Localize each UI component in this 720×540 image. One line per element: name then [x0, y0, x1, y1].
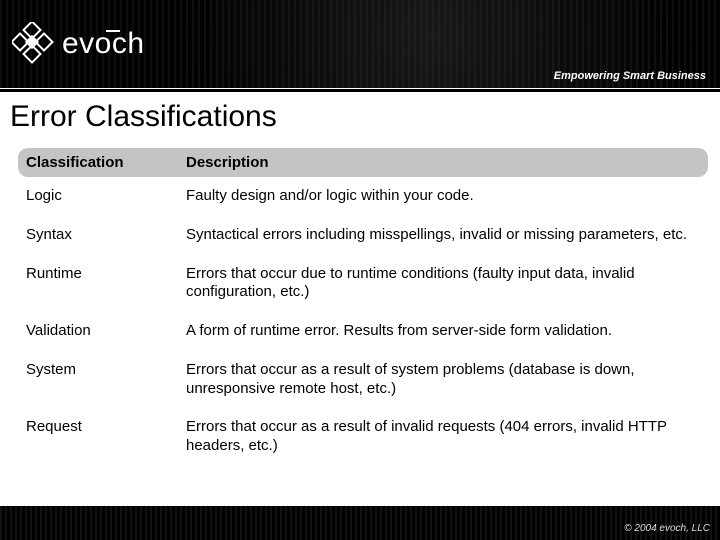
table-row: Logic Faulty design and/or logic within … [18, 177, 708, 216]
brand-name-text: evoch [62, 27, 145, 60]
cell-classification: System [18, 351, 178, 409]
cell-classification: Validation [18, 312, 178, 351]
cell-description: A form of runtime error. Results from se… [178, 312, 708, 351]
table-header-row: Classification Description [18, 148, 708, 177]
brand-name: evoch [62, 27, 145, 61]
cell-description: Errors that occur due to runtime conditi… [178, 255, 708, 313]
table-row: System Errors that occur as a result of … [18, 351, 708, 409]
cell-classification: Syntax [18, 216, 178, 255]
brand-tagline: Empowering Smart Business [554, 70, 706, 82]
cell-classification: Logic [18, 177, 178, 216]
cell-description: Syntactical errors including misspelling… [178, 216, 708, 255]
cell-description: Errors that occur as a result of invalid… [178, 408, 708, 466]
macron-accent [106, 30, 120, 32]
slide-footer: © 2004 evoch, LLC [0, 506, 720, 540]
cell-description: Faulty design and/or logic within your c… [178, 177, 708, 216]
cell-classification: Runtime [18, 255, 178, 313]
table-row: Request Errors that occur as a result of… [18, 408, 708, 466]
slide-content: Error Classifications Classification Des… [0, 92, 720, 466]
table-row: Runtime Errors that occur due to runtime… [18, 255, 708, 313]
cell-description: Errors that occur as a result of system … [178, 351, 708, 409]
footer-copyright: © 2004 evoch, LLC [624, 523, 710, 534]
table-row: Validation A form of runtime error. Resu… [18, 312, 708, 351]
page-title: Error Classifications [10, 100, 710, 134]
diamond-grid-icon [12, 22, 56, 66]
col-header-description: Description [178, 148, 708, 177]
table-row: Syntax Syntactical errors including miss… [18, 216, 708, 255]
slide-header: evoch Empowering Smart Business [0, 0, 720, 88]
cell-classification: Request [18, 408, 178, 466]
col-header-classification: Classification [18, 148, 178, 177]
brand-logo: evoch [12, 22, 145, 66]
classification-table: Classification Description Logic Faulty … [18, 148, 708, 466]
